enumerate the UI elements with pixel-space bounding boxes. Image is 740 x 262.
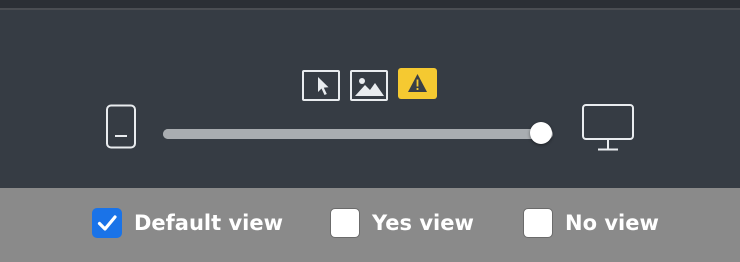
option-no-view[interactable]: No view (523, 206, 659, 240)
option-default-view[interactable]: Default view (92, 206, 283, 240)
mobile-phone-glyph (106, 104, 136, 149)
desktop-monitor-icon[interactable] (581, 103, 637, 157)
no-view-label: No view (565, 211, 659, 235)
default-view-checkbox[interactable] (92, 208, 122, 238)
viewport-slider[interactable] (163, 122, 553, 144)
pointer-glyph (318, 77, 329, 95)
viewport-slider-thumb[interactable] (530, 122, 552, 144)
warning-icon[interactable] (398, 68, 437, 99)
image-glyph (355, 78, 384, 96)
yes-view-label: Yes view (372, 211, 474, 235)
mobile-phone-icon[interactable] (104, 104, 138, 154)
yes-view-checkbox[interactable] (330, 208, 360, 238)
default-view-label: Default view (134, 211, 284, 235)
option-yes-view[interactable]: Yes view (330, 206, 474, 240)
no-view-checkbox[interactable] (523, 208, 553, 238)
viewport-slider-fill (163, 129, 541, 139)
desktop-monitor-glyph (582, 104, 634, 151)
check-icon (97, 215, 117, 231)
warning-glyph (408, 74, 427, 92)
pointer-icon[interactable] (302, 70, 340, 101)
image-icon[interactable] (350, 70, 388, 101)
view-options-bar: Default view Yes view No view (0, 188, 740, 262)
